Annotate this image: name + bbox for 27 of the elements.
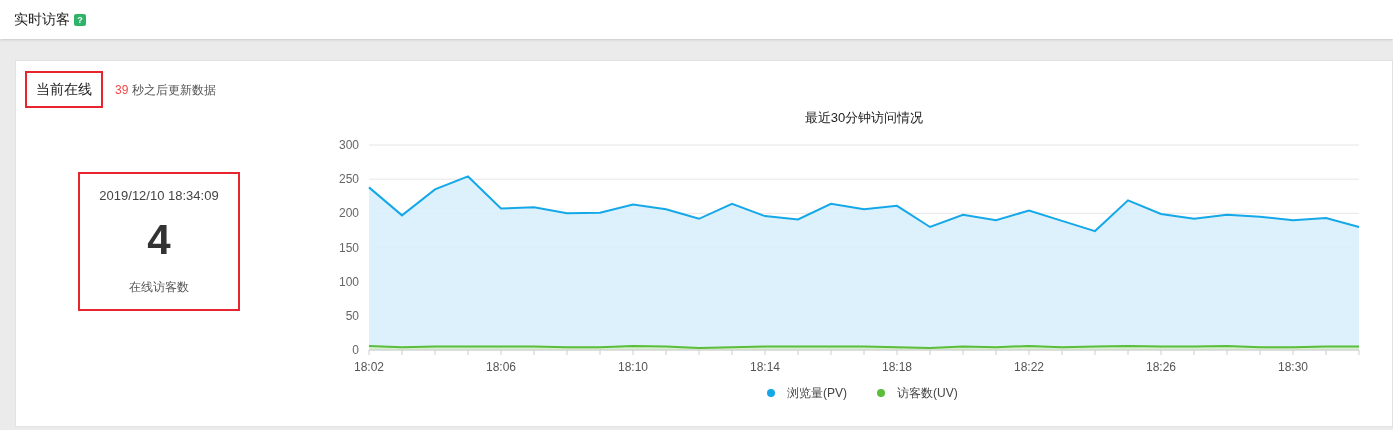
x-tick-label: 18:30 xyxy=(1278,360,1308,374)
x-tick-label: 18:26 xyxy=(1146,360,1176,374)
y-tick-label: 50 xyxy=(345,308,359,323)
y-tick-label: 150 xyxy=(338,240,359,255)
legend-label: 浏览量(PV) xyxy=(787,386,847,400)
y-tick-label: 100 xyxy=(338,274,359,289)
legend-item[interactable]: 访客数(UV) xyxy=(877,386,958,400)
x-tick-label: 18:02 xyxy=(354,360,384,374)
timestamp: 2019/12/10 18:34:09 xyxy=(99,187,219,205)
x-tick-label: 18:14 xyxy=(750,360,780,374)
y-tick-label: 250 xyxy=(338,172,359,187)
card-title: 当前在线 xyxy=(25,71,103,108)
online-label: 在线访客数 xyxy=(129,278,189,296)
y-tick-label: 300 xyxy=(338,138,359,152)
countdown-value: 39 xyxy=(115,81,129,99)
x-tick-label: 18:18 xyxy=(882,360,912,374)
countdown-text: 秒之后更新数据 xyxy=(132,81,217,99)
x-tick-label: 18:06 xyxy=(486,360,516,374)
x-tick-label: 18:22 xyxy=(1014,360,1044,374)
chart-title: 最近30分钟访问情况 xyxy=(804,110,924,125)
legend-item[interactable]: 浏览量(PV) xyxy=(767,386,847,400)
x-tick-label: 18:10 xyxy=(618,360,648,374)
legend-label: 访客数(UV) xyxy=(897,386,958,400)
page-title: 实时访客 xyxy=(14,10,70,29)
y-tick-label: 200 xyxy=(338,206,359,221)
online-count: 4 xyxy=(147,215,171,264)
y-tick-label: 0 xyxy=(352,343,359,357)
